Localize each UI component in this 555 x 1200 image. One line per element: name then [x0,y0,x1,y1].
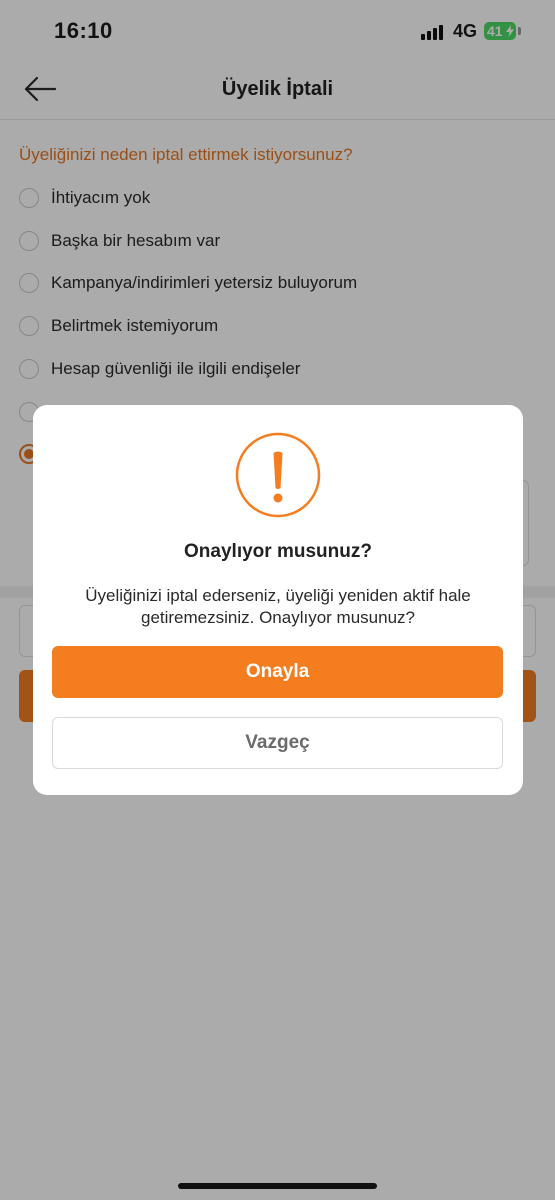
confirm-button[interactable]: Onayla [52,646,503,698]
exclamation-circle-icon [235,432,321,518]
confirmation-dialog: Onaylıyor musunuz? Üyeliğinizi iptal ede… [33,405,523,795]
dialog-message: Üyeliğinizi iptal ederseniz, üyeliği yen… [85,586,471,627]
home-indicator [178,1183,377,1189]
dialog-title: Onaylıyor musunuz? [184,541,372,562]
cancel-button[interactable]: Vazgeç [52,717,503,769]
